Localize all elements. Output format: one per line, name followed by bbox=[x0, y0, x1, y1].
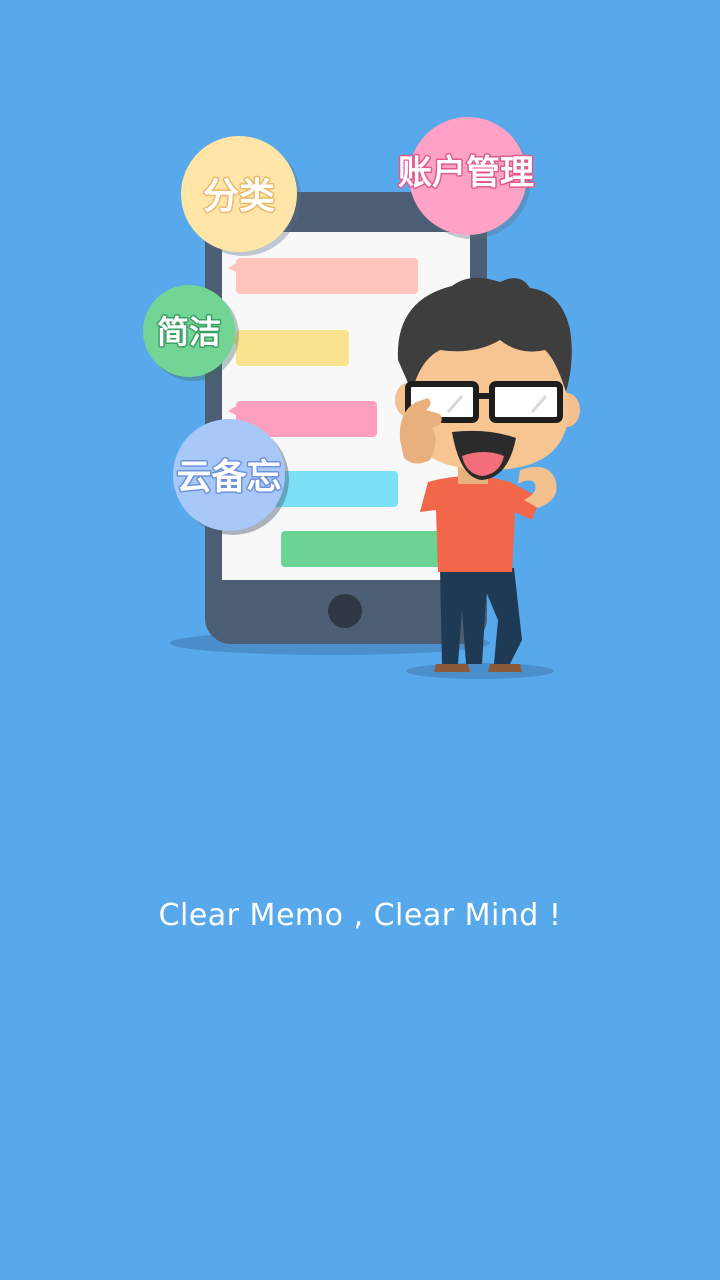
memo-bar bbox=[236, 330, 349, 366]
memo-bar bbox=[270, 471, 398, 507]
cloud-label: 云备忘 bbox=[176, 458, 281, 498]
memo-bar bbox=[236, 258, 418, 294]
simple-label: 简洁 bbox=[157, 313, 221, 351]
account-label: 账户管理 bbox=[398, 153, 534, 193]
memo-bar bbox=[281, 531, 451, 567]
phone-home-button bbox=[328, 594, 362, 628]
category-label: 分类 bbox=[203, 176, 275, 217]
splash-screen: 分类 账户管理 简洁 云备忘 Clear Memo , Clear Mind ! bbox=[0, 0, 720, 1280]
category-bubble: 分类 bbox=[181, 136, 301, 256]
character-shadow bbox=[406, 663, 554, 679]
splash-illustration: 分类 账户管理 简洁 云备忘 bbox=[143, 117, 580, 679]
tagline-text: Clear Memo , Clear Mind ! bbox=[158, 898, 562, 933]
